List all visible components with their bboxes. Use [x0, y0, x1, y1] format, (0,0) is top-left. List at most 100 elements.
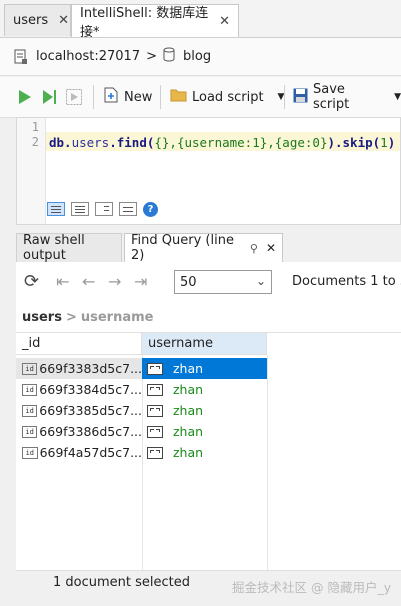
- toolbar-divider: [93, 85, 94, 109]
- result-tabbar: Raw shell output Find Query (line 2) ⚲ ✕: [16, 233, 401, 263]
- line-number: 2: [31, 135, 39, 149]
- script-toolbar: New Load script ▼ Save script ▼: [0, 77, 401, 118]
- selection-status: 1 document selected: [53, 575, 191, 590]
- chevron-down-icon[interactable]: ▼: [394, 92, 401, 102]
- save-icon: [293, 88, 308, 107]
- previous-page-icon[interactable]: ←: [82, 272, 95, 291]
- close-icon[interactable]: ✕: [58, 13, 69, 28]
- username-cell[interactable]: zhan: [142, 442, 267, 463]
- string-type-icon: [147, 446, 163, 459]
- id-value: 669f3385d5c7...: [39, 403, 142, 418]
- username-cell[interactable]: zhan: [142, 358, 267, 379]
- load-script-label: Load script: [192, 89, 264, 105]
- tab-label: users: [13, 13, 49, 28]
- page-size-value: 50: [180, 274, 197, 290]
- id-value: 669f3384d5c7...: [39, 382, 142, 397]
- load-script-button[interactable]: Load script ▼: [170, 85, 284, 109]
- tab-label: IntelliShell: 数据库连接*: [80, 6, 209, 40]
- editor-mode-buttons: ?: [47, 202, 158, 217]
- column-divider: [267, 355, 268, 571]
- list-mode-icon[interactable]: [71, 202, 89, 216]
- first-page-icon[interactable]: ⇤: [56, 272, 69, 291]
- table-row[interactable]: id 669f3385d5c7... zhan: [16, 400, 267, 421]
- document-tabbar: users ✕ IntelliShell: 数据库连接* ✕: [0, 0, 401, 40]
- server-icon: [14, 49, 28, 65]
- next-page-icon[interactable]: →: [108, 272, 121, 291]
- run-icon[interactable]: [18, 85, 32, 109]
- breadcrumb-field[interactable]: username: [81, 310, 154, 325]
- username-value: zhan: [173, 445, 204, 460]
- save-script-label: Save script: [313, 82, 350, 112]
- tree-mode-icon[interactable]: [95, 202, 113, 216]
- close-icon[interactable]: ✕: [266, 241, 276, 255]
- username-value: zhan: [173, 424, 204, 439]
- table-mode-icon[interactable]: [119, 202, 137, 216]
- username-value: zhan: [173, 382, 204, 397]
- id-cell[interactable]: id 669f3384d5c7...: [16, 379, 142, 400]
- line-gutter: 1 2: [17, 118, 46, 224]
- username-cell[interactable]: zhan: [142, 379, 267, 400]
- id-cell[interactable]: id 669f3383d5c7...: [16, 358, 142, 379]
- code-token: 1: [380, 135, 388, 150]
- table-row[interactable]: id 669f3384d5c7... zhan: [16, 379, 267, 400]
- close-icon[interactable]: ✕: [219, 14, 230, 29]
- code-line[interactable]: db.users.find({},{username:1},{age:0}).s…: [49, 135, 395, 150]
- line-number: 1: [31, 120, 39, 134]
- column-label: username: [148, 336, 213, 351]
- toolbar-divider: [160, 85, 161, 109]
- username-value: zhan: [173, 361, 204, 376]
- breadcrumb-separator: >: [65, 309, 77, 325]
- tab-users[interactable]: users ✕: [4, 4, 71, 36]
- column-header-id[interactable]: _id: [16, 333, 142, 355]
- id-type-icon: id: [22, 446, 38, 459]
- string-type-icon: [147, 404, 163, 417]
- connection-host: localhost:27017: [36, 49, 141, 64]
- toolbar-divider: [284, 85, 285, 109]
- code-token: db.: [49, 135, 72, 150]
- id-value: 669f3386d5c7...: [39, 424, 142, 439]
- id-cell[interactable]: id 669f3385d5c7...: [16, 400, 142, 421]
- save-script-button[interactable]: Save script ▼: [293, 82, 401, 112]
- new-file-icon: [104, 87, 118, 107]
- pin-icon[interactable]: ⚲: [250, 242, 258, 255]
- help-icon[interactable]: ?: [143, 202, 158, 217]
- id-value: 669f3383d5c7...: [39, 361, 142, 376]
- id-cell[interactable]: id 669f4a57d5c7...: [16, 442, 142, 463]
- run-line-icon[interactable]: [42, 85, 58, 109]
- results-toolbar: ⟳ ⇤ ← → ⇥ 50 ⌄ Documents 1 to 5: [16, 262, 401, 303]
- last-page-icon[interactable]: ⇥: [134, 272, 147, 291]
- database-name: blog: [183, 49, 212, 64]
- column-header-username[interactable]: username: [142, 333, 267, 355]
- connection-bar: localhost:27017 > blog: [0, 38, 401, 76]
- username-cell[interactable]: zhan: [142, 421, 267, 442]
- script-editor[interactable]: 1 2 db.users.find({},{username:1},{age:0…: [16, 117, 401, 225]
- string-type-icon: [147, 383, 163, 396]
- code-token: users: [71, 135, 110, 150]
- id-cell[interactable]: id 669f3386d5c7...: [16, 421, 142, 442]
- tab-find-query[interactable]: Find Query (line 2) ⚲ ✕: [124, 233, 283, 263]
- table-row[interactable]: id 669f3386d5c7... zhan: [16, 421, 267, 442]
- run-selection-icon[interactable]: [66, 85, 82, 109]
- tab-intellishell[interactable]: IntelliShell: 数据库连接* ✕: [71, 4, 239, 40]
- table-row[interactable]: id 669f3383d5c7... zhan: [16, 358, 267, 379]
- tab-raw-shell-output[interactable]: Raw shell output: [16, 233, 122, 263]
- database-icon: [163, 47, 175, 66]
- code-token: {},{username:1},{age:0}: [154, 135, 328, 150]
- documents-count: Documents 1 to 5: [292, 274, 401, 289]
- watermark: 掘金技术社区 @ 隐藏用户_y: [232, 580, 392, 595]
- folder-icon: [170, 88, 187, 106]
- page-size-select[interactable]: 50 ⌄: [174, 270, 272, 294]
- new-button[interactable]: New: [104, 85, 152, 109]
- text-mode-icon[interactable]: [47, 202, 65, 216]
- username-value: zhan: [173, 403, 204, 418]
- refresh-icon[interactable]: ⟳: [24, 271, 39, 292]
- id-type-icon: id: [22, 425, 38, 438]
- username-cell[interactable]: zhan: [142, 400, 267, 421]
- breadcrumb-collection[interactable]: users: [22, 310, 62, 325]
- code-token: skip(: [342, 135, 381, 150]
- column-label: _id: [22, 336, 41, 351]
- tab-label: Find Query (line 2): [131, 233, 234, 263]
- id-value: 669f4a57d5c7...: [39, 445, 142, 460]
- table-row[interactable]: id 669f4a57d5c7... zhan: [16, 442, 267, 463]
- string-type-icon: [147, 362, 163, 375]
